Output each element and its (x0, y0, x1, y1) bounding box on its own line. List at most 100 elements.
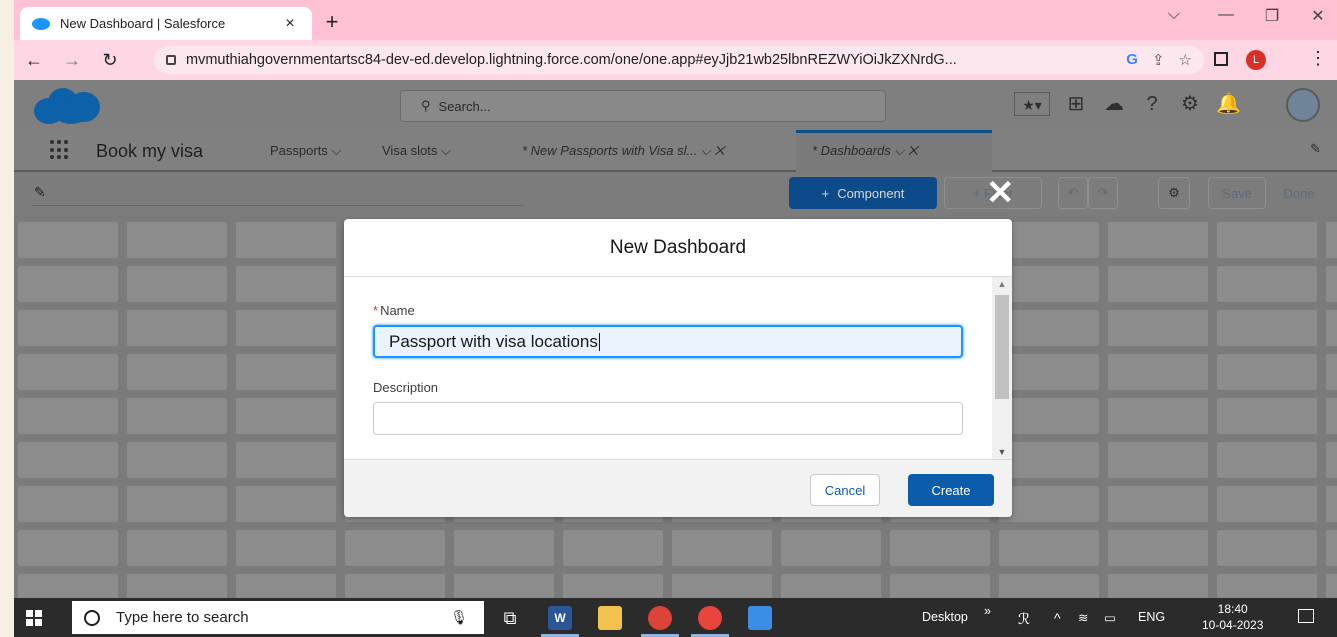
app-launcher-icon[interactable] (50, 140, 70, 160)
browser-address-row: ← → ↻ mvmuthiahgovernmentartsc84-dev-ed.… (14, 40, 1337, 80)
done-button[interactable]: Done (1270, 177, 1328, 209)
user-avatar[interactable] (1286, 88, 1320, 122)
canvas-grid-cell (1108, 398, 1208, 434)
tray-chevron-up-icon[interactable]: ^ (1054, 610, 1061, 626)
salesforce-logo[interactable] (34, 88, 102, 124)
canvas-grid-cell (999, 530, 1099, 566)
address-bar[interactable]: mvmuthiahgovernmentartsc84-dev-ed.develo… (154, 46, 1204, 74)
taskbar-clock[interactable]: 18:40 10-04-2023 (1202, 601, 1263, 633)
back-arrow-icon[interactable]: ← (20, 50, 48, 71)
salesforce-favicon-icon (32, 17, 50, 30)
undo-icon[interactable]: ↶ (1058, 177, 1088, 209)
url-text[interactable]: mvmuthiahgovernmentartsc84-dev-ed.develo… (186, 52, 1126, 68)
nav-item-visa-slots[interactable]: Visa slots ⌵ (382, 143, 451, 159)
modal-footer: Cancel Create (344, 459, 1012, 517)
forward-arrow-icon[interactable]: → (58, 50, 86, 71)
help-icon[interactable]: ? (1140, 92, 1164, 116)
nav-item-new-passports-report[interactable]: * New Passports with Visa sl... ⌵ ✕ (522, 143, 724, 159)
properties-gear-icon[interactable]: ⚙ (1158, 177, 1190, 209)
chrome-profile-app-icon[interactable] (698, 606, 722, 630)
people-icon[interactable]: ℛ (1018, 610, 1030, 628)
canvas-grid-cell (1108, 266, 1208, 302)
word-app-icon[interactable]: W (548, 606, 572, 630)
profile-avatar[interactable]: L (1246, 50, 1266, 70)
canvas-grid-cell (236, 530, 336, 566)
name-label-text: Name (380, 303, 415, 318)
taskbar-search-box[interactable]: Type here to search 🎙 (72, 601, 484, 634)
trailhead-icon[interactable]: ☁ (1102, 92, 1126, 116)
wifi-icon[interactable]: ≋ (1078, 610, 1088, 625)
canvas-grid-cell (127, 310, 227, 346)
microphone-icon[interactable]: 🎙 (450, 609, 468, 626)
photos-app-icon[interactable] (748, 606, 772, 630)
tab-search-chevron-icon[interactable]: ⌵ (1154, 6, 1194, 24)
close-icon[interactable]: ✕ (986, 176, 1015, 210)
reload-icon[interactable]: ↻ (96, 50, 124, 71)
windows-start-icon[interactable] (26, 610, 42, 626)
canvas-grid-cell (1326, 266, 1337, 302)
maximize-button[interactable]: ❐ (1252, 6, 1292, 26)
scroll-down-arrow-icon[interactable]: ▼ (992, 447, 1012, 457)
close-window-button[interactable]: ✕ (1298, 6, 1337, 26)
canvas-grid-cell (1326, 442, 1337, 478)
file-explorer-icon[interactable] (598, 606, 622, 630)
new-tab-button[interactable]: + (320, 9, 344, 35)
canvas-grid-cell (1217, 486, 1317, 522)
desktop-toolbar-label[interactable]: Desktop (922, 610, 968, 624)
add-component-label: Component (837, 185, 905, 201)
battery-icon[interactable]: ▭ (1104, 610, 1116, 625)
canvas-grid-cell (18, 266, 118, 302)
side-panel-icon[interactable] (1214, 52, 1228, 66)
task-view-icon[interactable]: ⧉ (498, 606, 522, 630)
canvas-grid-cell (1326, 530, 1337, 566)
edit-nav-pencil-icon[interactable]: ✎ (1310, 141, 1321, 157)
canvas-grid-cell (236, 266, 336, 302)
global-search-input[interactable]: ⚲ Search... (400, 90, 886, 122)
notifications-bell-icon[interactable]: 🔔 (1216, 92, 1241, 116)
text-cursor (598, 332, 600, 351)
canvas-grid-cell (1108, 354, 1208, 390)
canvas-grid-cell (18, 442, 118, 478)
browser-menu-icon[interactable]: ⋮ (1309, 48, 1327, 69)
minimize-button[interactable]: — (1206, 6, 1246, 24)
nav-item-dashboards[interactable]: * Dashboards ⌵ ✕ (812, 143, 918, 159)
description-input[interactable] (373, 402, 963, 435)
clock-time: 18:40 (1217, 602, 1248, 616)
toolbar-expand-icon[interactable]: » (984, 604, 991, 618)
global-add-icon[interactable]: ⊞ (1064, 92, 1088, 116)
canvas-grid-cell (236, 354, 336, 390)
scroll-up-arrow-icon[interactable]: ▲ (992, 279, 1012, 289)
canvas-grid-cell (1217, 222, 1317, 258)
canvas-grid-cell (1326, 222, 1337, 258)
edit-name-pencil-icon[interactable]: ✎ (34, 184, 46, 201)
cancel-button[interactable]: Cancel (810, 474, 880, 506)
save-button[interactable]: Save (1208, 177, 1266, 209)
bookmark-star-icon[interactable]: ☆ (1179, 51, 1192, 69)
google-icon[interactable]: G (1126, 51, 1138, 69)
tab-close-icon[interactable]: × (280, 15, 300, 33)
setup-gear-icon[interactable]: ⚙ (1178, 92, 1202, 116)
canvas-grid-cell (1326, 354, 1337, 390)
canvas-grid-cell (345, 530, 445, 566)
add-component-button[interactable]: + Component (789, 177, 937, 209)
favorites-star-icon[interactable]: ★▾ (1014, 92, 1050, 116)
canvas-grid-cell (18, 486, 118, 522)
name-input[interactable]: Passport with visa locations (373, 325, 963, 358)
chrome-app-icon[interactable] (648, 606, 672, 630)
cortana-circle-icon (84, 609, 100, 626)
share-icon[interactable]: ⇪ (1152, 51, 1165, 69)
canvas-grid-cell (18, 222, 118, 258)
nav-item-passports[interactable]: Passports ⌵ (270, 143, 341, 159)
language-indicator[interactable]: ENG (1138, 610, 1165, 624)
canvas-grid-cell (1217, 310, 1317, 346)
create-button[interactable]: Create (908, 474, 994, 506)
salesforce-global-header: ⚲ Search... ★▾ ⊞ ☁ ? ⚙ 🔔 (14, 80, 1337, 130)
scrollbar-thumb[interactable] (995, 295, 1009, 399)
canvas-grid-cell (999, 398, 1099, 434)
notification-center-icon[interactable] (1298, 609, 1314, 623)
redo-icon[interactable]: ↷ (1088, 177, 1118, 209)
browser-tab[interactable]: New Dashboard | Salesforce × (20, 7, 312, 40)
browser-tab-title: New Dashboard | Salesforce (60, 16, 226, 31)
modal-scrollbar[interactable]: ▲ ▼ (992, 277, 1012, 459)
canvas-grid-cell (127, 354, 227, 390)
